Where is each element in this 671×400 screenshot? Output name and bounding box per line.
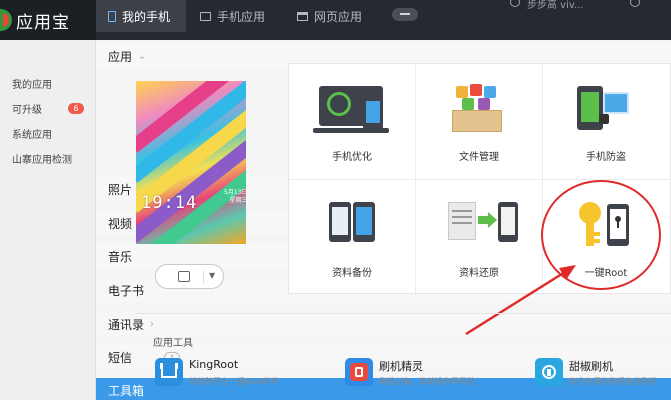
app-description: 首款跨平台一键Root软件 <box>189 377 280 386</box>
kingroot-icon <box>155 358 183 386</box>
app-description: 安全免费的数据备份刷机 <box>569 377 657 386</box>
app-description: 刷机必备，简单操作零风险 <box>379 377 475 386</box>
annotation-arrow <box>465 265 576 336</box>
section-title: 应用工具 <box>153 338 193 349</box>
tianjiao-shuaji-icon <box>535 358 563 386</box>
divider <box>136 313 671 314</box>
app-name: 刷机精灵 <box>379 360 423 373</box>
app-name: 甜椒刷机 <box>569 360 613 373</box>
app-name: KingRoot <box>189 358 239 371</box>
shuaji-jingling-icon <box>345 358 373 386</box>
